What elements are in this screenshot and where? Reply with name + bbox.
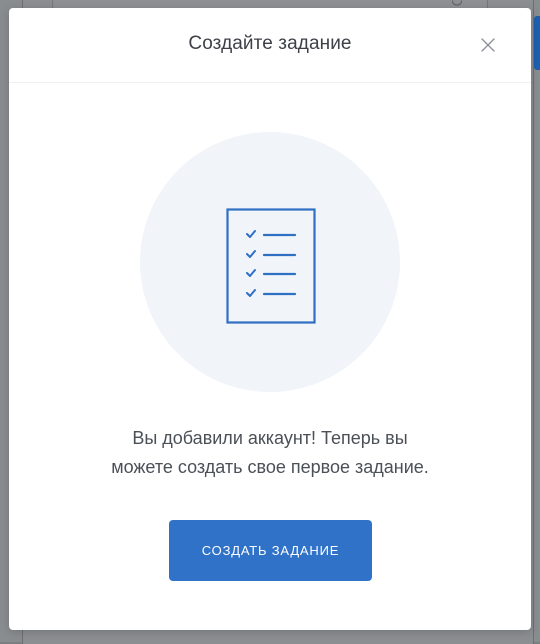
close-icon	[481, 38, 495, 52]
close-button[interactable]	[475, 32, 501, 58]
create-task-modal: Создайте задание Вы добавили аккаунт! Те…	[9, 8, 531, 630]
modal-header: Создайте задание	[9, 8, 531, 83]
create-task-button[interactable]: СОЗДАТЬ ЗАДАНИЕ	[169, 520, 372, 581]
checklist-document-icon	[226, 208, 316, 324]
empty-state-message: Вы добавили аккаунт! Теперь вы можете со…	[49, 424, 491, 482]
modal-title: Создайте задание	[188, 33, 352, 54]
message-line-1: Вы добавили аккаунт! Теперь вы	[132, 428, 408, 448]
illustration-circle	[140, 132, 400, 392]
search-icon	[451, 0, 463, 8]
message-line-2: можете создать свое первое задание.	[111, 457, 429, 477]
background-accent-tab	[534, 16, 540, 70]
